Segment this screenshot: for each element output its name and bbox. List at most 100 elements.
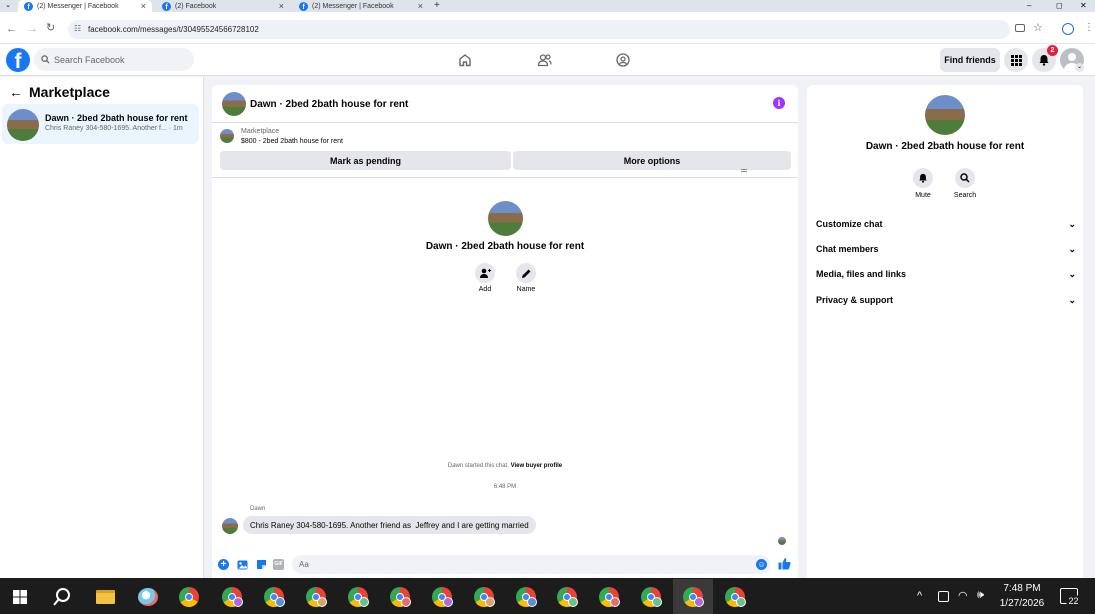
search-icon — [41, 55, 50, 64]
chrome-profile-icon[interactable] — [725, 587, 746, 607]
browser-tab-2[interactable]: f (2) Facebook × — [156, 0, 290, 12]
back-arrow-icon[interactable]: ← — [9, 84, 23, 100]
bookmark-star-icon[interactable]: ☆ — [1033, 21, 1043, 34]
pencil-icon — [521, 269, 530, 278]
search-facebook-input[interactable]: Search Facebook — [34, 48, 194, 71]
forward-arrow-icon[interactable]: → — [27, 23, 38, 35]
close-window-button[interactable]: ✕ — [1080, 0, 1087, 12]
chat-members-row[interactable]: Chat members ⌄ — [816, 241, 1076, 257]
home-icon[interactable] — [458, 53, 472, 67]
chrome-profile-icon[interactable] — [348, 587, 369, 607]
restore-button[interactable]: ◻ — [1056, 0, 1063, 12]
gif-icon[interactable]: GIF — [273, 559, 284, 570]
back-arrow-icon[interactable]: ← — [6, 23, 17, 35]
listing-thumbnail[interactable] — [220, 129, 234, 143]
browser-menu-icon[interactable]: ⋮ — [1084, 21, 1094, 35]
chrome-profile-icon[interactable] — [474, 587, 495, 607]
browser-tab-1[interactable]: f (2) Messenger | Facebook × — [18, 0, 152, 12]
message-bubble[interactable]: Chris Raney 304-580-1695. Another friend… — [243, 516, 536, 534]
composer-more-icon[interactable]: + — [218, 559, 229, 570]
tray-overflow-chevron-icon[interactable]: ^ — [917, 590, 922, 602]
preview-text: Chris Raney 304-580-1695. Another f... — [45, 125, 167, 132]
chrome-profile-icon[interactable] — [432, 587, 453, 607]
chrome-profile-icon[interactable] — [306, 587, 327, 607]
notification-badge: 2 — [1047, 45, 1058, 56]
volume-icon[interactable]: 🕪 — [977, 589, 984, 602]
chrome-profile-icon[interactable] — [222, 587, 243, 607]
section-label: Customize chat — [816, 219, 883, 229]
find-friends-button[interactable]: Find friends — [940, 48, 1000, 72]
listing-title[interactable]: $800 - 2bed 2bath house for rent — [241, 138, 343, 145]
clock-time[interactable]: 7:48 PM — [996, 583, 1048, 594]
section-label: Media, files and links — [816, 269, 907, 279]
search-conversation-button[interactable] — [955, 168, 975, 188]
friends-icon[interactable] — [537, 53, 552, 67]
sticker-icon[interactable] — [256, 559, 267, 570]
wifi-icon[interactable]: ◠ — [958, 589, 968, 602]
chat-list-item[interactable]: Dawn · 2bed 2bath house for rent Chris R… — [2, 104, 199, 144]
customize-chat-row[interactable]: Customize chat ⌄ — [816, 216, 1076, 232]
message-input-placeholder: Aa — [299, 560, 309, 569]
chrome-profile-icon[interactable] — [599, 587, 620, 607]
browser-tab-3[interactable]: f (2) Messenger | Facebook × — [293, 0, 429, 12]
groups-icon[interactable] — [616, 53, 630, 67]
mark-as-pending-button[interactable]: Mark as pending — [220, 151, 511, 170]
conversation-profile-avatar[interactable] — [488, 201, 523, 236]
clock-date[interactable]: 1/27/2026 — [996, 598, 1048, 609]
file-explorer-icon[interactable] — [96, 590, 115, 604]
sender-avatar[interactable] — [222, 518, 238, 534]
meet-now-icon[interactable] — [938, 591, 949, 602]
chrome-profile-icon[interactable] — [264, 587, 285, 607]
search-label: Search — [953, 192, 977, 199]
chevron-down-icon: ⌄ — [1068, 243, 1076, 254]
add-people-button[interactable] — [475, 263, 495, 283]
chrome-profile-icon[interactable] — [557, 587, 578, 607]
profile-icon[interactable] — [1062, 23, 1074, 35]
photo-icon[interactable] — [237, 559, 248, 570]
message-input[interactable]: Aa — [292, 555, 770, 574]
chrome-profile-icon[interactable] — [516, 587, 537, 607]
chrome-profile-icon[interactable] — [641, 587, 662, 607]
info-icon[interactable]: i — [773, 97, 785, 109]
section-label: Privacy & support — [816, 295, 894, 305]
chrome-profile-icon[interactable] — [390, 587, 411, 607]
chat-item-title: Dawn · 2bed 2bath house for rent — [45, 113, 188, 123]
new-tab-button[interactable]: + — [434, 0, 440, 12]
chevron-down-icon: ⌄ — [1068, 218, 1076, 229]
name-button[interactable] — [516, 263, 536, 283]
view-buyer-profile-link[interactable]: View buyer profile — [511, 463, 563, 469]
app-taskbar-icon[interactable] — [138, 588, 158, 606]
facebook-favicon-icon: f — [24, 1, 33, 11]
like-thumb-icon[interactable] — [778, 557, 791, 570]
conversation-avatar[interactable] — [222, 92, 246, 116]
chrome-profile-icon-active[interactable] — [683, 587, 704, 607]
conversation-title[interactable]: Dawn · 2bed 2bath house for rent — [250, 99, 408, 110]
close-tab-icon[interactable]: × — [418, 0, 423, 12]
media-files-links-row[interactable]: Media, files and links ⌄ — [816, 266, 1076, 282]
account-chevron-icon[interactable]: ⌄ — [1075, 63, 1084, 72]
install-app-icon[interactable] — [1015, 24, 1025, 32]
chat-started-text: Dawn started this chat. — [447, 463, 509, 469]
collapse-handle-icon[interactable] — [741, 169, 747, 172]
chrome-icon[interactable] — [179, 587, 199, 607]
privacy-support-row[interactable]: Privacy & support ⌄ — [816, 292, 1076, 308]
minimize-button[interactable]: – — [1027, 0, 1031, 12]
mute-button[interactable] — [913, 168, 933, 188]
taskbar-search-icon[interactable] — [52, 587, 72, 607]
menu-grid-button[interactable] — [1004, 48, 1028, 72]
mute-label: Mute — [915, 192, 931, 199]
windows-start-icon[interactable] — [13, 590, 27, 604]
name-label: Name — [516, 286, 536, 293]
close-tab-icon[interactable]: × — [141, 0, 146, 12]
more-options-button[interactable]: More options — [513, 151, 791, 170]
url-field[interactable]: ☷ facebook.com/messages/t/30495524566728… — [68, 20, 1010, 39]
tab-label: (2) Facebook — [175, 2, 217, 10]
reload-icon[interactable]: ↻ — [46, 22, 55, 34]
close-tab-icon[interactable]: × — [279, 0, 284, 12]
tab-search-dropdown[interactable]: ⌄ — [3, 1, 13, 11]
emoji-icon[interactable]: ☺ — [756, 559, 767, 570]
facebook-logo-icon[interactable]: f — [6, 48, 30, 72]
info-pane-avatar[interactable] — [925, 95, 965, 135]
facebook-favicon-icon: f — [162, 1, 171, 11]
site-settings-icon[interactable]: ☷ — [74, 24, 81, 33]
